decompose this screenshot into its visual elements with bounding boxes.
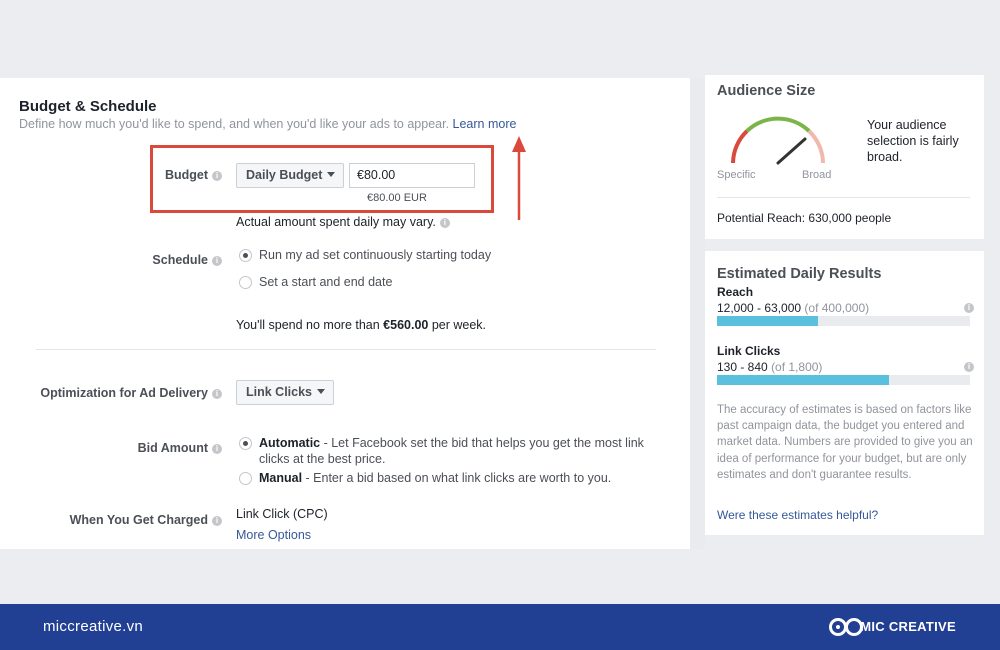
bid-automatic-option[interactable]: Automatic - Let Facebook set the bid tha… — [259, 435, 659, 467]
budget-type-value: Daily Budget — [246, 168, 323, 182]
bid-manual-radio[interactable] — [239, 472, 252, 485]
charged-label-text: When You Get Charged — [69, 513, 208, 527]
bid-manual-description: - Enter a bid based on what link clicks … — [302, 471, 612, 485]
bid-amount-label-text: Bid Amount — [137, 441, 208, 455]
budget-type-dropdown[interactable]: Daily Budget — [236, 163, 344, 188]
clicks-bar-fill — [717, 375, 890, 385]
red-arrow-icon — [512, 136, 526, 220]
reach-label: Reach — [717, 285, 754, 299]
audience-divider — [717, 197, 970, 198]
estimates-helpful-link[interactable]: Were these estimates helpful? — [717, 508, 878, 522]
reach-bar-fill — [717, 316, 819, 326]
gauge-needle — [776, 137, 807, 165]
info-icon[interactable]: i — [212, 389, 222, 399]
footer-bar: miccreative.vn MIC CREATIVE — [0, 604, 1000, 650]
weekly-spend-text: You'll spend no more than €560.00 per we… — [236, 318, 486, 332]
chevron-down-icon — [317, 389, 325, 394]
budget-schedule-panel: Budget & Schedule Define how much you'd … — [0, 78, 690, 549]
section-description: Define how much you'd like to spend, and… — [19, 117, 516, 131]
section-title: Budget & Schedule — [19, 98, 157, 115]
info-icon[interactable]: i — [964, 303, 974, 313]
footer-brand: MIC CREATIVE — [860, 619, 956, 634]
reach-value-row: 12,000 - 63,000 (of 400,000) — [717, 301, 869, 315]
bid-automatic-title: Automatic — [259, 436, 321, 450]
reach-bar — [717, 316, 970, 326]
spend-amount: €560.00 — [383, 318, 429, 332]
clicks-label: Link Clicks — [717, 344, 781, 358]
potential-reach: Potential Reach: 630,000 people — [717, 211, 892, 225]
schedule-label-text: Schedule — [152, 253, 208, 267]
schedule-continuous-label[interactable]: Run my ad set continuously starting toda… — [259, 247, 491, 263]
schedule-start-end-label[interactable]: Set a start and end date — [259, 274, 392, 290]
schedule-label: Schedule i — [120, 253, 222, 267]
schedule-start-end-radio[interactable] — [239, 276, 252, 289]
budget-amount-input[interactable]: €80.00 — [349, 163, 475, 188]
info-icon[interactable]: i — [212, 171, 222, 181]
column-gap — [690, 78, 705, 549]
description-text: Define how much you'd like to spend, and… — [19, 117, 450, 131]
budget-label: Budget i — [130, 168, 222, 182]
optimization-label-text: Optimization for Ad Delivery — [40, 386, 208, 400]
spend-prefix: You'll spend no more than — [236, 318, 384, 332]
audience-size-card: Audience Size Specific Broad Your audien… — [705, 75, 984, 239]
top-background — [0, 0, 1000, 75]
charged-label: When You Get Charged i — [40, 513, 222, 527]
clicks-value: 130 - 840 — [717, 360, 768, 374]
bid-manual-title: Manual — [259, 471, 303, 485]
info-icon[interactable]: i — [212, 444, 222, 454]
audience-gauge — [731, 116, 825, 165]
info-icon[interactable]: i — [212, 256, 222, 266]
info-icon[interactable]: i — [439, 218, 450, 228]
info-icon[interactable]: i — [964, 362, 974, 372]
clicks-total: (of 1,800) — [771, 360, 823, 374]
optimization-label: Optimization for Ad Delivery i — [20, 386, 222, 400]
clicks-value-row: 130 - 840 (of 1,800) — [717, 360, 822, 374]
budget-label-text: Budget — [164, 168, 208, 182]
optimization-dropdown[interactable]: Link Clicks — [236, 380, 334, 405]
gauge-broad-label: Broad — [802, 169, 832, 181]
footer-website[interactable]: miccreative.vn — [43, 618, 143, 635]
bid-amount-label: Bid Amount i — [100, 441, 222, 455]
reach-total: (of 400,000) — [804, 301, 870, 315]
actual-spend-text: Actual amount spent daily may vary. — [236, 215, 436, 229]
schedule-continuous-radio[interactable] — [239, 249, 252, 262]
info-icon[interactable]: i — [212, 516, 222, 526]
budget-currency-note: €80.00 EUR — [367, 192, 427, 204]
spend-suffix: per week. — [428, 318, 487, 332]
optimization-value: Link Clicks — [246, 385, 312, 399]
audience-size-title: Audience Size — [717, 83, 816, 99]
bid-automatic-radio[interactable] — [239, 437, 252, 450]
audience-description: Your audience selection is fairly broad. — [867, 118, 959, 164]
bid-manual-option[interactable]: Manual - Enter a bid based on what link … — [259, 470, 611, 486]
charged-value: Link Click (CPC) — [236, 507, 328, 521]
clicks-bar — [717, 375, 970, 385]
actual-spend-note: Actual amount spent daily may vary. i — [236, 215, 450, 229]
estimated-results-card: Estimated Daily Results Reach 12,000 - 6… — [705, 251, 984, 535]
gauge-specific-label: Specific — [717, 169, 756, 181]
learn-more-link[interactable]: Learn more — [453, 117, 517, 131]
estimates-disclaimer: The accuracy of estimates is based on fa… — [717, 404, 973, 481]
chevron-down-icon — [327, 172, 336, 177]
estimated-results-title: Estimated Daily Results — [717, 266, 882, 282]
more-options-link[interactable]: More Options — [236, 528, 311, 542]
reach-value: 12,000 - 63,000 — [717, 301, 802, 315]
section-divider — [36, 349, 656, 350]
